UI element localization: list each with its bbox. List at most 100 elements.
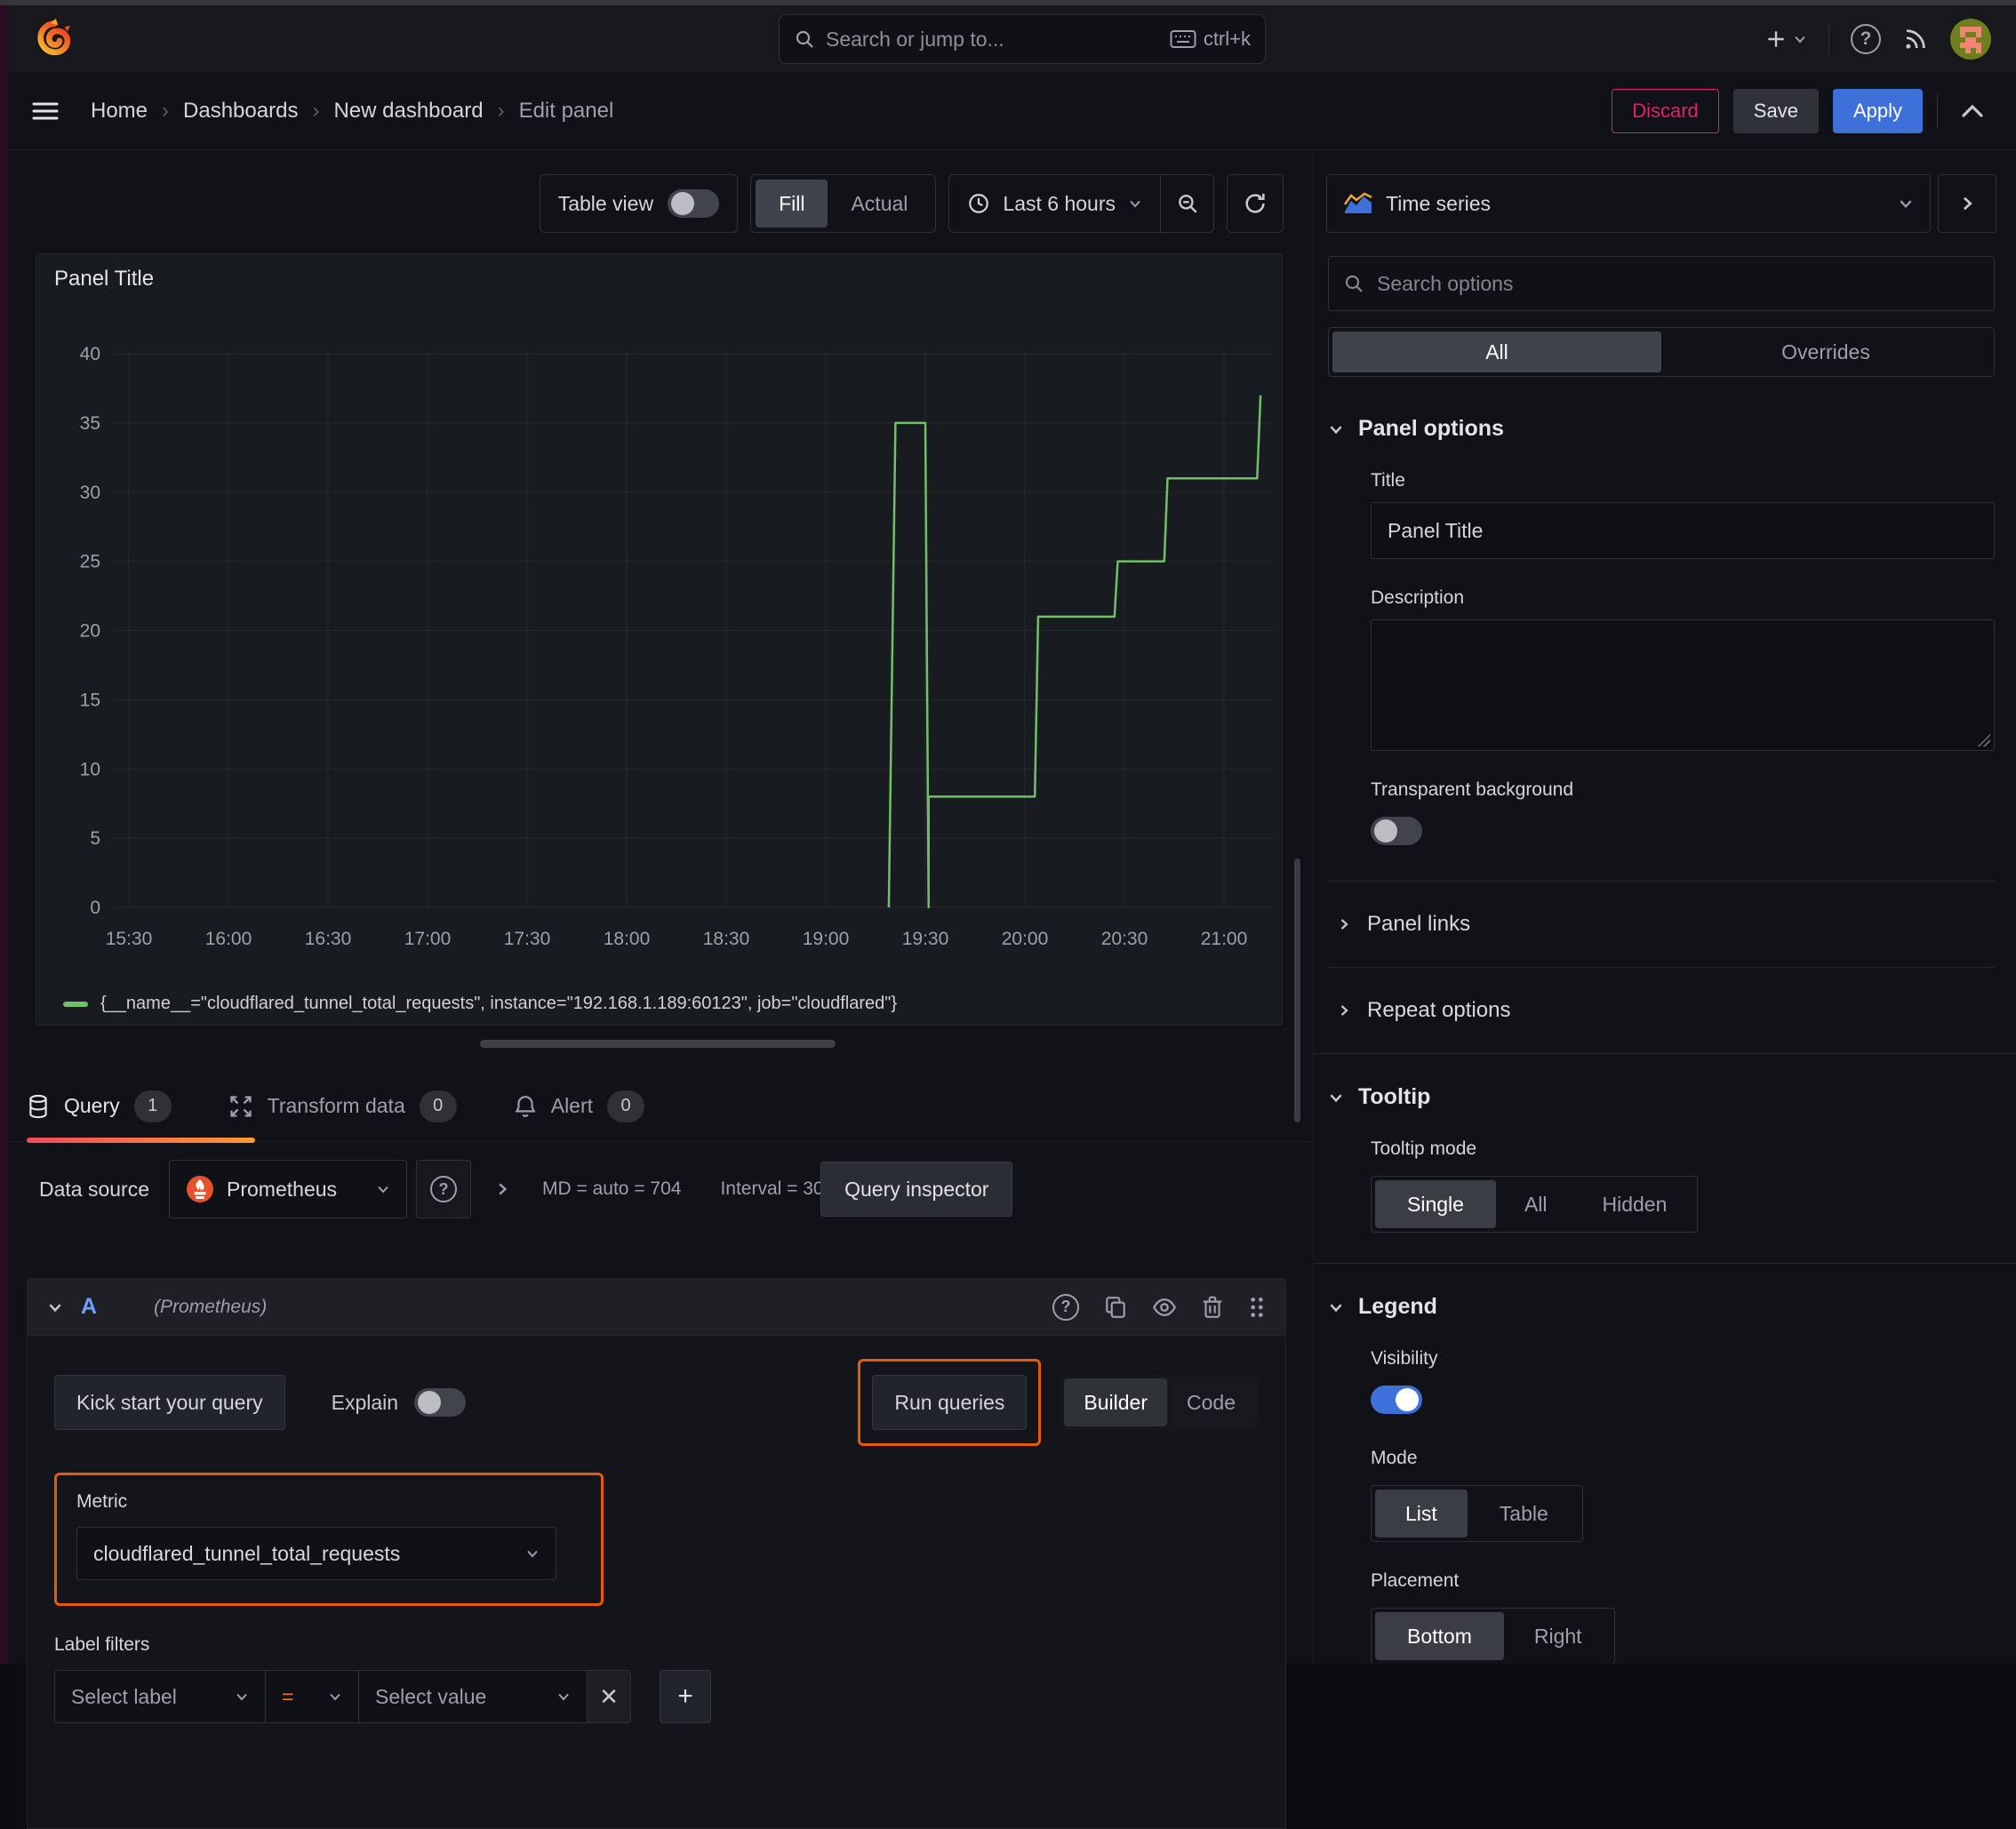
svg-text:17:30: 17:30 [504, 929, 551, 949]
query-help-icon[interactable]: ? [1052, 1293, 1079, 1321]
table-view-toggle[interactable] [668, 189, 720, 218]
add-filter-button[interactable]: + [660, 1670, 711, 1723]
builder-code-group: Builder Code [1060, 1375, 1259, 1430]
add-menu-button[interactable] [1764, 28, 1807, 51]
panel-links-section[interactable]: Panel links [1328, 912, 1995, 937]
svg-text:18:00: 18:00 [604, 929, 651, 949]
tooltip-hidden-option[interactable]: Hidden [1576, 1180, 1694, 1228]
breadcrumb-separator: › [497, 99, 505, 123]
tab-all[interactable]: All [1332, 331, 1661, 372]
table-view-toggle-group: Table view [539, 174, 739, 233]
transform-count-badge: 0 [419, 1090, 457, 1122]
chevron-up-icon[interactable] [1961, 103, 1984, 119]
legend-placement-group: Bottom Right [1371, 1608, 1615, 1664]
metric-label: Metric [76, 1491, 128, 1512]
tab-transform-data[interactable]: Transform data 0 [228, 1071, 457, 1141]
legend-section-header[interactable]: Legend [1328, 1294, 1995, 1320]
fill-option[interactable]: Fill [756, 180, 828, 228]
discard-button[interactable]: Discard [1612, 89, 1719, 133]
zoom-out-time-button[interactable] [1160, 175, 1213, 232]
news-icon[interactable] [1902, 26, 1929, 52]
keyboard-shortcut: ctrl+k [1170, 28, 1251, 51]
query-ref-id: A [81, 1294, 98, 1319]
grafana-logo[interactable] [34, 18, 75, 59]
drag-handle-icon[interactable] [1248, 1295, 1266, 1320]
transparent-background-label: Transparent background [1371, 779, 1574, 800]
datasource-row: Data source Prometheus ? MD = auto = 704… [36, 1160, 1285, 1218]
tooltip-section-header[interactable]: Tooltip [1328, 1084, 1995, 1110]
timeseries-icon [1343, 192, 1373, 215]
svg-text:5: 5 [90, 828, 100, 849]
save-button[interactable]: Save [1732, 89, 1819, 133]
toggle-vis-picker-button[interactable] [1938, 174, 1996, 233]
transform-icon [228, 1094, 253, 1119]
run-queries-button[interactable]: Run queries [872, 1375, 1028, 1430]
svg-text:15: 15 [80, 690, 100, 710]
menu-icon[interactable] [32, 100, 59, 122]
tooltip-single-option[interactable]: Single [1375, 1180, 1496, 1228]
legend-mode-group: List Table [1371, 1485, 1583, 1542]
legend-series-marker[interactable] [63, 1001, 88, 1007]
tooltip-all-option[interactable]: All [1498, 1180, 1574, 1228]
metric-select[interactable]: cloudflared_tunnel_total_requests [76, 1527, 556, 1580]
svg-text:16:00: 16:00 [205, 929, 252, 949]
breadcrumb-home[interactable]: Home [91, 99, 148, 124]
tab-overrides[interactable]: Overrides [1661, 331, 1990, 372]
chevron-right-icon[interactable] [494, 1181, 510, 1197]
visualization-select[interactable]: Time series [1326, 174, 1931, 233]
explain-label: Explain [331, 1390, 399, 1414]
datasource-help-button[interactable]: ? [416, 1160, 472, 1218]
legend-series-label[interactable]: {__name__="cloudflared_tunnel_total_requ… [100, 994, 897, 1014]
chevron-down-icon[interactable] [47, 1299, 63, 1315]
title-label: Title [1371, 470, 1405, 491]
panel-title: Panel Title [54, 267, 155, 291]
remove-filter-button[interactable]: ✕ [587, 1670, 631, 1723]
tooltip-mode-label: Tooltip mode [1371, 1138, 1477, 1159]
duplicate-query-icon[interactable] [1104, 1295, 1127, 1320]
legend-mode-table[interactable]: Table [1469, 1490, 1579, 1537]
svg-text:0: 0 [90, 898, 100, 918]
help-icon[interactable]: ? [1851, 24, 1881, 54]
panel-options-header[interactable]: Panel options [1328, 416, 1995, 442]
operator-dropdown[interactable]: = [265, 1670, 359, 1723]
actual-option[interactable]: Actual [828, 180, 931, 228]
hide-response-eye-icon[interactable] [1152, 1297, 1177, 1318]
repeat-options-section[interactable]: Repeat options [1328, 998, 1995, 1023]
legend-placement-bottom[interactable]: Bottom [1375, 1612, 1504, 1660]
kick-start-query-button[interactable]: Kick start your query [54, 1375, 285, 1430]
builder-option[interactable]: Builder [1064, 1378, 1168, 1426]
panel-preview: Panel Title 0 5 10 15 20 25 30 35 40 15:30 16:00 16… [36, 253, 1283, 1026]
tab-alert[interactable]: Alert 0 [514, 1071, 645, 1141]
global-search[interactable]: ctrl+k [779, 14, 1266, 64]
panel-resize-handle[interactable] [480, 1040, 836, 1048]
user-avatar[interactable] [1950, 19, 1991, 60]
search-options-box[interactable] [1328, 256, 1995, 311]
breadcrumb-new-dashboard[interactable]: New dashboard [333, 99, 483, 124]
remove-query-trash-icon[interactable] [1202, 1295, 1223, 1320]
select-label-dropdown[interactable]: Select label [54, 1670, 266, 1723]
legend-mode-list[interactable]: List [1375, 1490, 1468, 1537]
svg-text:30: 30 [80, 483, 100, 503]
panel-title-input[interactable] [1371, 502, 1995, 559]
datasource-select[interactable]: Prometheus [169, 1160, 408, 1218]
apply-button[interactable]: Apply [1832, 89, 1923, 133]
svg-text:40: 40 [80, 344, 100, 364]
code-option[interactable]: Code [1167, 1378, 1255, 1426]
select-value-dropdown[interactable]: Select value [358, 1670, 588, 1723]
legend-visibility-toggle[interactable] [1371, 1386, 1422, 1414]
description-textarea[interactable] [1371, 619, 1995, 751]
search-options-input[interactable] [1377, 271, 1980, 296]
metric-annotation: Metric cloudflared_tunnel_total_requests [54, 1473, 604, 1606]
query-inspector-button[interactable]: Query inspector [820, 1162, 1013, 1217]
refresh-button[interactable] [1227, 174, 1284, 233]
query-row-header[interactable]: A (Prometheus) ? [28, 1279, 1285, 1336]
explain-toggle[interactable] [414, 1388, 467, 1417]
global-search-input[interactable] [826, 27, 1159, 52]
time-range-button[interactable]: Last 6 hours [949, 192, 1160, 216]
breadcrumb-dashboards[interactable]: Dashboards [183, 99, 298, 124]
alert-count-badge: 0 [607, 1090, 645, 1122]
transparent-background-toggle[interactable] [1371, 817, 1422, 845]
legend-visibility-label: Visibility [1371, 1348, 1438, 1369]
legend-placement-right[interactable]: Right [1506, 1612, 1611, 1660]
tab-query[interactable]: Query 1 [27, 1071, 172, 1141]
